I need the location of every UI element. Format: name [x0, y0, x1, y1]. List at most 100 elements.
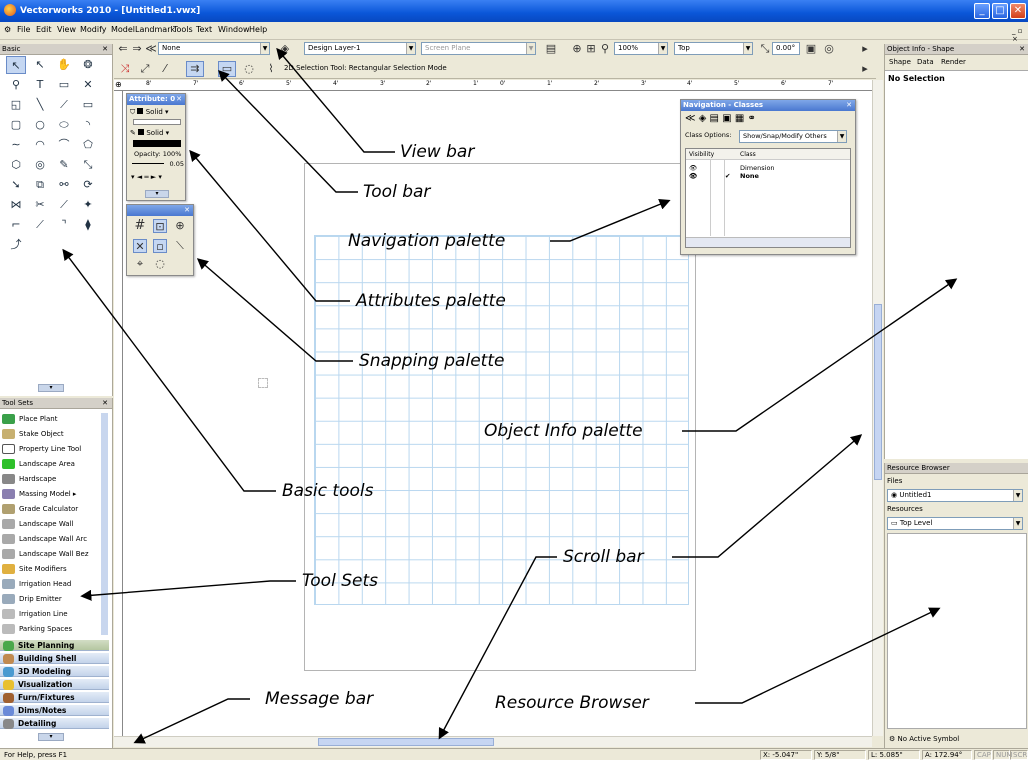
tool-site-modifiers[interactable]: Site Modifiers — [2, 563, 98, 575]
arrowheads-selector[interactable]: ▾ ◄ ═ ► ▾ — [131, 173, 162, 181]
collapse-icon[interactable]: ▾ — [145, 190, 169, 198]
line-weight-selector[interactable]: 0.05 — [130, 160, 184, 168]
selection-tool-icon[interactable]: ↖ — [6, 56, 26, 74]
tool-massing-model[interactable]: Massing Model ▸ — [2, 488, 98, 500]
arc-tool-icon[interactable]: ◝ — [78, 116, 98, 134]
menu-model[interactable]: Model — [111, 25, 135, 34]
snap-to-object-icon[interactable]: ⊡ — [153, 219, 167, 233]
freehand-tool-icon[interactable]: ∼ — [6, 136, 26, 154]
file-dropdown[interactable]: ◉ Untitled1 ▼ — [887, 489, 1023, 502]
close-icon[interactable]: ✕ — [184, 205, 190, 216]
rectangle-tool-icon[interactable]: ▭ — [78, 96, 98, 114]
menu-window[interactable]: Window — [218, 25, 250, 34]
reshape-wall-tool-icon[interactable]: ⤴ — [6, 236, 26, 254]
rotation-field[interactable]: 0.00° — [772, 42, 800, 55]
fillet-tool-icon[interactable]: ⌐ — [6, 216, 26, 234]
tool-sets-scrollbar[interactable] — [101, 413, 108, 635]
push-pull-tool-icon[interactable]: ⌝ — [54, 216, 74, 234]
tool-landscape-wall-bez[interactable]: Landscape Wall Bez — [2, 548, 98, 560]
class-list-hscrollbar[interactable] — [686, 237, 850, 247]
mirror-tool-icon[interactable]: ⧉ — [30, 176, 50, 194]
saved-views-tab-icon[interactable]: ▦ — [735, 113, 744, 124]
quarter-arc-tool-icon[interactable]: ◠ — [30, 136, 50, 154]
render-icon[interactable]: ▣ — [804, 42, 818, 56]
class-icon[interactable]: ≪ — [144, 42, 158, 56]
opacity-label[interactable]: Opacity: 100% — [134, 150, 181, 158]
maximize-button[interactable]: □ — [992, 3, 1008, 19]
zoom-tool-icon[interactable]: ⚲ — [6, 76, 26, 94]
reshape-tool-icon[interactable]: ↖ — [30, 56, 50, 74]
minimize-button[interactable]: _ — [974, 3, 990, 19]
tab-shape[interactable]: Shape — [889, 58, 911, 66]
tool-stake-object[interactable]: Stake Object — [2, 428, 98, 440]
clip-tool-icon[interactable]: ✦ — [78, 196, 98, 214]
menu-file[interactable]: File — [17, 25, 30, 34]
classes-tab-icon[interactable]: ≪ — [685, 113, 695, 124]
close-icon[interactable]: ✕ — [102, 398, 108, 409]
forward-icon[interactable]: ⇒ — [130, 42, 144, 56]
class-row-none[interactable]: 👁 ✔ None — [689, 172, 759, 180]
eye-icon[interactable]: 👁 — [689, 172, 697, 180]
close-icon[interactable]: ✕ — [102, 44, 108, 55]
connect-tool-icon[interactable]: ⟋ — [54, 196, 74, 214]
back-icon[interactable]: ⇐ — [116, 42, 130, 56]
sheet-icon[interactable]: ▤ — [544, 42, 558, 56]
polyline-tool-icon[interactable]: ⌒ — [54, 136, 74, 154]
disable-resize-icon[interactable]: ⤢ — [138, 62, 152, 76]
smart-edge-icon[interactable]: ⟍ — [173, 239, 187, 253]
layer-icon[interactable]: ◈ — [278, 42, 292, 56]
flip-tool-icon[interactable]: ⋈ — [6, 196, 26, 214]
horizontal-scroll-thumb[interactable] — [318, 738, 494, 746]
visibility-column-header[interactable]: Visibility — [689, 149, 714, 160]
category-visualization[interactable]: Visualization — [0, 678, 109, 690]
projection-icon[interactable]: ◎ — [822, 42, 836, 56]
line-tool-icon[interactable]: ╲ — [30, 96, 50, 114]
eyedropper-tool-icon[interactable]: ✎ — [54, 156, 74, 174]
rounded-rect-tool-icon[interactable]: ▢ — [6, 116, 26, 134]
tool-landscape-wall[interactable]: Landscape Wall — [2, 518, 98, 530]
horizontal-scrollbar[interactable] — [114, 736, 872, 747]
polygon-tool-icon[interactable]: ⬠ — [78, 136, 98, 154]
tool-hardscape[interactable]: Hardscape — [2, 473, 98, 485]
polygon-mode-icon[interactable]: ⌇ — [264, 62, 278, 76]
oval-tool-icon[interactable]: ⬭ — [54, 116, 74, 134]
more-arrow-icon[interactable]: ▸ — [858, 62, 872, 76]
close-icon[interactable]: ✕ — [176, 94, 182, 105]
menu-tools[interactable]: Tools — [173, 25, 193, 34]
flyover-tool-icon[interactable]: ❂ — [78, 56, 98, 74]
category-detailing[interactable]: Detailing — [0, 717, 109, 729]
zoom-dropdown[interactable]: 100% ▼ — [614, 42, 668, 55]
double-line-tool-icon[interactable]: ⟋ — [54, 96, 74, 114]
tool-property-line[interactable]: Property Line Tool — [2, 443, 98, 455]
menu-view[interactable]: View — [57, 25, 76, 34]
tab-data[interactable]: Data — [917, 58, 934, 66]
vertical-scrollbar[interactable] — [872, 80, 883, 736]
menu-help[interactable]: Help — [249, 25, 267, 34]
menu-text[interactable]: Text — [196, 25, 212, 34]
snap-to-intersection-icon[interactable]: ⊕ — [173, 219, 187, 233]
doc-window-controls[interactable]: _ ▫ × — [1012, 27, 1028, 43]
transform-mode-icon[interactable]: ⤨ — [118, 62, 132, 76]
menu-edit[interactable]: Edit — [36, 25, 52, 34]
more-arrow-icon[interactable]: ▸ — [858, 42, 872, 56]
category-building-shell[interactable]: Building Shell — [0, 652, 109, 664]
horizontal-ruler[interactable]: ⊕ 8' 7' 6' 5' 4' 3' 2' 1' 0' 1' 2' 3' 4'… — [114, 80, 872, 91]
menu-landmark[interactable]: Landmark — [135, 25, 175, 34]
single-object-icon[interactable]: ⁄ — [158, 62, 172, 76]
view-dropdown[interactable]: Top ▼ — [674, 42, 753, 55]
attribute-mapping-tool-icon[interactable]: ⤡ — [78, 156, 98, 174]
tool-landscape-area[interactable]: Landscape Area — [2, 458, 98, 470]
close-icon[interactable]: ✕ — [846, 100, 852, 111]
viewports-tab-icon[interactable]: ▣ — [722, 113, 731, 124]
trim-tool-icon[interactable]: ✂ — [30, 196, 50, 214]
category-3d-modeling[interactable]: 3D Modeling — [0, 665, 109, 677]
pan-tool-icon[interactable]: ✋ — [54, 56, 74, 74]
offset-tool-icon[interactable]: ➘ — [6, 176, 26, 194]
snap-to-tangent-icon[interactable]: ◌ — [153, 257, 167, 271]
tool-irrigation-head[interactable]: Irrigation Head — [2, 578, 98, 590]
callout-tool-icon[interactable]: ▭ — [54, 76, 74, 94]
sheet-layers-tab-icon[interactable]: ▤ — [710, 113, 719, 124]
spiral-tool-icon[interactable]: ◎ — [30, 156, 50, 174]
locus-tool-icon[interactable]: ✕ — [78, 76, 98, 94]
smart-points-icon[interactable]: ▫ — [153, 239, 167, 253]
